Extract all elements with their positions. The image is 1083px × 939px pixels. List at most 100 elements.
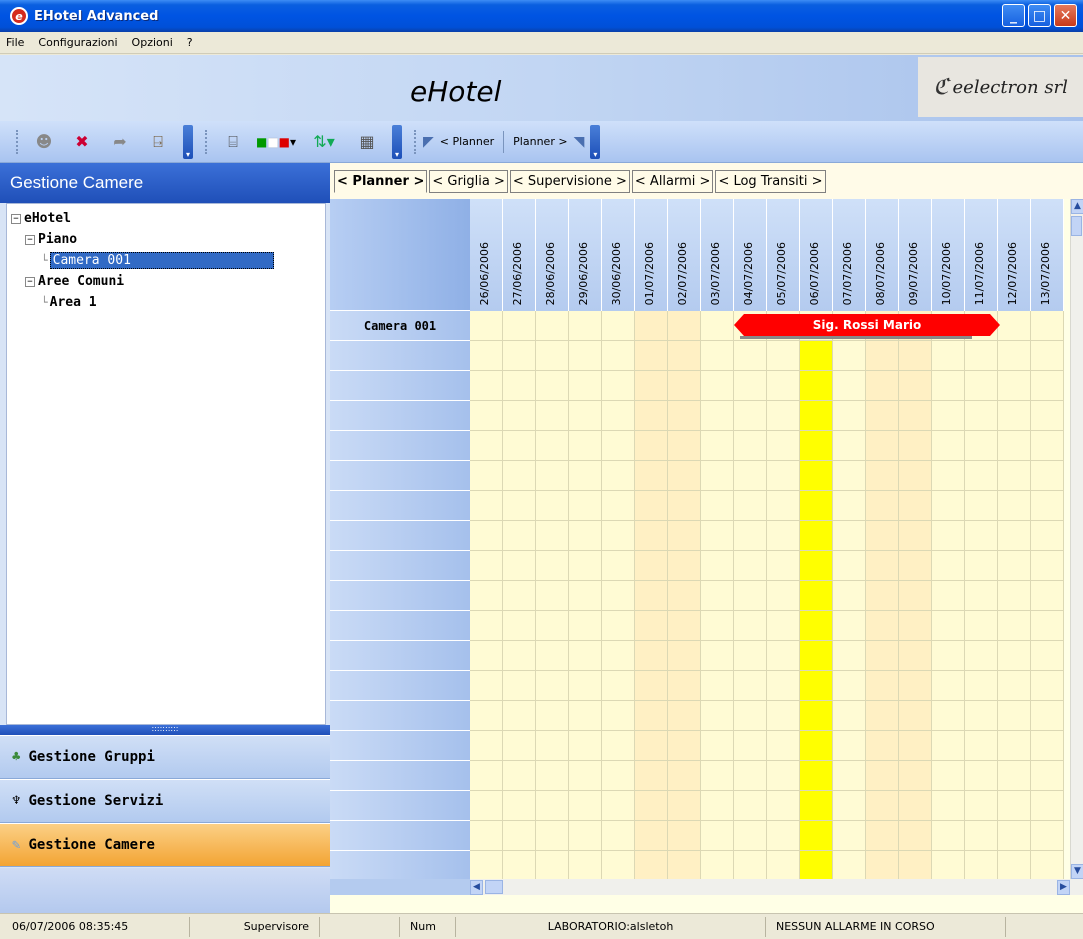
toolbar-overflow-button[interactable]: ▾ (183, 124, 193, 159)
planner-cell[interactable] (470, 791, 503, 821)
planner-cell[interactable] (701, 641, 734, 671)
planner-cell[interactable] (866, 731, 899, 761)
planner-cell[interactable] (668, 341, 701, 371)
tab-supervisione[interactable]: < Supervisione > (509, 169, 630, 193)
planner-cell[interactable] (635, 641, 668, 671)
tree-node-aree-comuni[interactable]: − Aree Comuni (11, 271, 325, 292)
date-header[interactable]: 30/06/2006 (602, 199, 635, 311)
planner-cell[interactable] (899, 431, 932, 461)
planner-cell[interactable] (734, 371, 767, 401)
empty-row-header[interactable] (330, 371, 470, 401)
empty-row-header[interactable] (330, 341, 470, 371)
planner-cell[interactable] (503, 581, 536, 611)
planner-cell[interactable] (536, 851, 569, 879)
tab-allarmi[interactable]: < Allarmi > (631, 169, 714, 193)
planner-cell[interactable] (701, 791, 734, 821)
planner-cell[interactable] (503, 311, 536, 341)
planner-cell[interactable] (701, 491, 734, 521)
planner-cell[interactable] (833, 581, 866, 611)
planner-cell[interactable] (767, 701, 800, 731)
planner-cell[interactable] (866, 581, 899, 611)
date-header[interactable]: 11/07/2006 (965, 199, 998, 311)
planner-cell[interactable] (1031, 611, 1064, 641)
planner-cell[interactable] (998, 791, 1031, 821)
scroll-thumb[interactable] (1071, 216, 1082, 236)
empty-row-header[interactable] (330, 461, 470, 491)
planner-cell[interactable] (833, 731, 866, 761)
planner-cell[interactable] (965, 701, 998, 731)
planner-cell[interactable] (800, 761, 833, 791)
planner-cell[interactable] (800, 641, 833, 671)
planner-cell[interactable] (602, 611, 635, 641)
planner-cell[interactable] (635, 671, 668, 701)
planner-cell[interactable] (998, 761, 1031, 791)
planner-cell[interactable] (767, 641, 800, 671)
calendar-icon[interactable]: ▦ (352, 128, 382, 156)
planner-cell[interactable] (470, 371, 503, 401)
planner-cell[interactable] (734, 521, 767, 551)
planner-cell[interactable] (701, 671, 734, 701)
planner-cell[interactable] (602, 581, 635, 611)
planner-cell[interactable] (866, 461, 899, 491)
group-delete-icon[interactable]: ✖ (67, 128, 97, 156)
empty-row-header[interactable] (330, 761, 470, 791)
planner-cell[interactable] (569, 731, 602, 761)
empty-row-header[interactable] (330, 791, 470, 821)
planner-cell[interactable] (866, 641, 899, 671)
planner-cell[interactable] (503, 341, 536, 371)
planner-cell[interactable] (998, 671, 1031, 701)
planner-cell[interactable] (932, 431, 965, 461)
planner-cell[interactable] (1031, 521, 1064, 551)
planner-cell[interactable] (767, 431, 800, 461)
planner-cell[interactable] (767, 731, 800, 761)
tree-node-ehotel[interactable]: − eHotel (11, 208, 325, 229)
planner-cell[interactable] (899, 521, 932, 551)
planner-cell[interactable] (635, 521, 668, 551)
planner-cell[interactable] (668, 701, 701, 731)
planner-cell[interactable] (767, 851, 800, 879)
planner-cell[interactable] (602, 701, 635, 731)
planner-next-button[interactable]: Planner > (507, 135, 573, 148)
planner-cell[interactable] (866, 821, 899, 851)
planner-cell[interactable] (767, 821, 800, 851)
planner-cell[interactable] (668, 311, 701, 341)
collapse-icon[interactable]: − (25, 276, 35, 287)
menu-configurazioni[interactable]: Configurazioni (38, 36, 117, 49)
planner-cell[interactable] (503, 401, 536, 431)
planner-cell[interactable] (668, 731, 701, 761)
empty-row-header[interactable] (330, 581, 470, 611)
planner-cell[interactable] (536, 401, 569, 431)
planner-cell[interactable] (998, 461, 1031, 491)
empty-row-header[interactable] (330, 611, 470, 641)
planner-cell[interactable] (569, 491, 602, 521)
planner-cell[interactable] (734, 611, 767, 641)
planner-cell[interactable] (899, 821, 932, 851)
planner-cell[interactable] (1031, 731, 1064, 761)
planner-cell[interactable] (932, 701, 965, 731)
date-header[interactable]: 02/07/2006 (668, 199, 701, 311)
planner-cell[interactable] (470, 311, 503, 341)
planner-cell[interactable] (965, 401, 998, 431)
planner-cell[interactable] (800, 461, 833, 491)
planner-cell[interactable] (833, 791, 866, 821)
planner-cell[interactable] (734, 731, 767, 761)
planner-cell[interactable] (899, 581, 932, 611)
planner-cell[interactable] (536, 641, 569, 671)
tree-node-camera-001[interactable]: └ Camera 001 (11, 250, 325, 271)
planner-cell[interactable] (998, 641, 1031, 671)
planner-cell[interactable] (569, 311, 602, 341)
planner-cell[interactable] (866, 701, 899, 731)
planner-cell[interactable] (602, 371, 635, 401)
planner-cell[interactable] (536, 611, 569, 641)
date-header[interactable]: 06/07/2006 (800, 199, 833, 311)
planner-cell[interactable] (833, 431, 866, 461)
planner-cell[interactable] (932, 821, 965, 851)
planner-cell[interactable] (602, 551, 635, 581)
planner-cell[interactable] (899, 371, 932, 401)
planner-cell[interactable] (998, 341, 1031, 371)
planner-cell[interactable] (635, 311, 668, 341)
planner-cell[interactable] (569, 671, 602, 701)
planner-cell[interactable] (1031, 641, 1064, 671)
planner-cell[interactable] (602, 521, 635, 551)
planner-cell[interactable] (503, 701, 536, 731)
